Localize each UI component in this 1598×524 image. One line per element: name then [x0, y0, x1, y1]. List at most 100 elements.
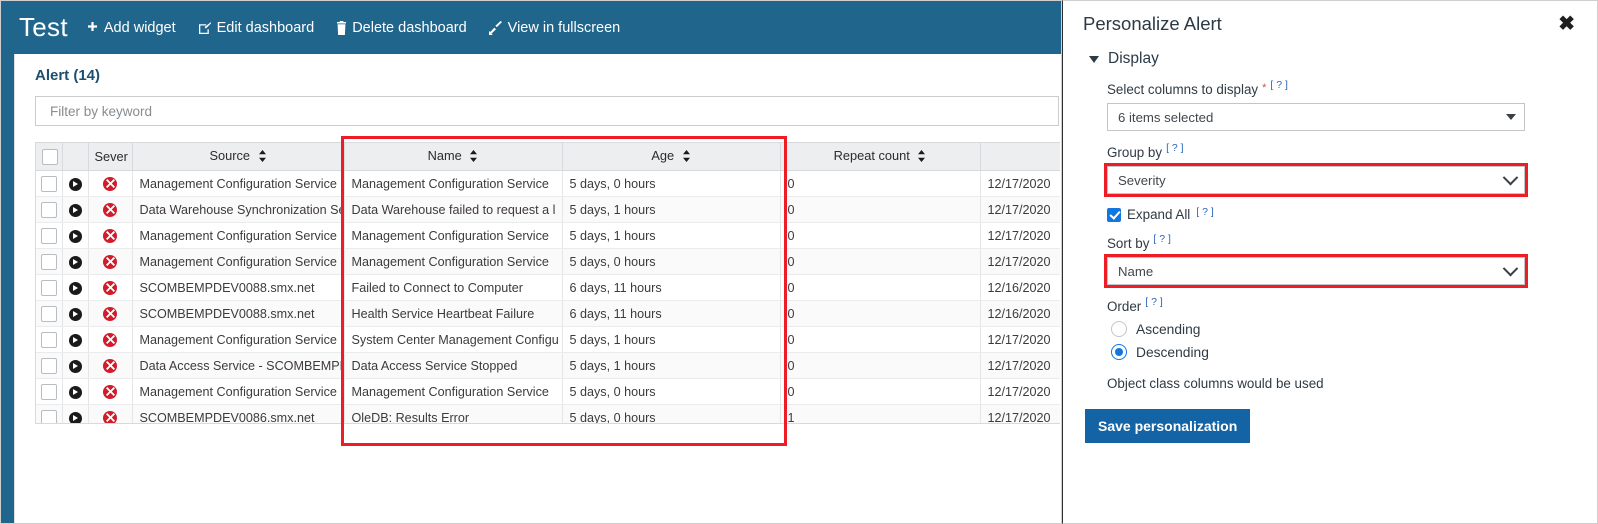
- chevron-down-icon[interactable]: [1502, 260, 1519, 276]
- table-row[interactable]: SCOMBEMPDEV0088.smx.net Failed to Connect…: [36, 274, 1060, 301]
- sort-icon[interactable]: [469, 149, 478, 165]
- expand-row-icon[interactable]: [68, 333, 82, 347]
- row-select-cell[interactable]: [36, 300, 63, 327]
- row-checkbox[interactable]: [40, 409, 57, 423]
- expand-row-icon[interactable]: [68, 177, 82, 191]
- expand-row-icon[interactable]: [68, 359, 82, 373]
- help-icon[interactable]: [ ? ]: [1166, 143, 1184, 154]
- close-icon[interactable]: ✖: [1554, 12, 1579, 36]
- severity-cell: [88, 404, 133, 423]
- severity-cell: [88, 352, 133, 379]
- sort-icon[interactable]: [917, 149, 926, 165]
- select-all-header[interactable]: [36, 143, 63, 171]
- chevron-down-icon[interactable]: [1506, 114, 1516, 120]
- row-select-cell[interactable]: [36, 222, 63, 249]
- expand-row-icon[interactable]: [68, 281, 82, 295]
- row-checkbox[interactable]: [40, 279, 57, 296]
- order-option-ascending[interactable]: Ascending: [1063, 321, 1597, 337]
- column-header-age[interactable]: Age: [562, 143, 781, 171]
- help-icon[interactable]: [ ? ]: [1196, 207, 1214, 218]
- row-checkbox[interactable]: [40, 357, 57, 374]
- panel-header: Personalize Alert ✖: [1063, 1, 1597, 36]
- alert-table-body: Management Configuration Service Manageme…: [36, 170, 1060, 423]
- column-header-repeat-count[interactable]: Repeat count: [780, 143, 981, 171]
- row-expand-cell[interactable]: [62, 300, 89, 327]
- row-select-cell[interactable]: [36, 248, 63, 275]
- row-select-cell[interactable]: [36, 274, 63, 301]
- save-personalization-button[interactable]: Save personalization: [1085, 409, 1251, 443]
- table-row[interactable]: SCOMBEMPDEV0086.smx.net OleDB: Results Er…: [36, 404, 1060, 423]
- row-expand-cell[interactable]: [62, 326, 89, 353]
- source-cell: SCOMBEMPDEV0088.smx.net: [132, 300, 345, 327]
- table-row[interactable]: Data Warehouse Synchronization Se Data Wa…: [36, 196, 1060, 223]
- table-row[interactable]: Management Configuration Service Manageme…: [36, 378, 1060, 405]
- sort-by-dropdown[interactable]: Name: [1104, 254, 1528, 288]
- row-select-cell[interactable]: [36, 404, 63, 423]
- row-expand-cell[interactable]: [62, 196, 89, 223]
- select-columns-dropdown[interactable]: 6 items selected: [1107, 103, 1525, 131]
- age-cell: 5 days, 0 hours: [562, 170, 781, 197]
- column-header-name[interactable]: Name: [344, 143, 563, 171]
- row-select-cell[interactable]: [36, 378, 63, 405]
- row-checkbox[interactable]: [40, 253, 57, 270]
- row-expand-cell[interactable]: [62, 248, 89, 275]
- row-expand-cell[interactable]: [62, 404, 89, 423]
- help-icon[interactable]: [ ? ]: [1153, 234, 1171, 245]
- age-cell: 5 days, 1 hours: [562, 326, 781, 353]
- row-checkbox[interactable]: [40, 227, 57, 244]
- row-expand-cell[interactable]: [62, 274, 89, 301]
- sort-icon[interactable]: [258, 149, 267, 165]
- edit-dashboard-button[interactable]: Edit dashboard: [198, 19, 315, 36]
- expand-row-icon[interactable]: [68, 255, 82, 269]
- display-section-header[interactable]: Display: [1063, 50, 1597, 68]
- table-row[interactable]: Management Configuration Service Manageme…: [36, 222, 1060, 249]
- expand-all-row[interactable]: Expand All [ ? ]: [1063, 207, 1597, 222]
- chevron-down-icon[interactable]: [1502, 169, 1519, 185]
- row-expand-cell[interactable]: [62, 378, 89, 405]
- select-all-checkbox[interactable]: [42, 148, 58, 165]
- row-select-cell[interactable]: [36, 326, 63, 353]
- order-option-descending[interactable]: Descending: [1063, 344, 1597, 360]
- expand-row-icon[interactable]: [68, 229, 82, 243]
- row-checkbox[interactable]: [40, 201, 57, 218]
- radio-descending[interactable]: [1111, 344, 1127, 360]
- row-select-cell[interactable]: [36, 196, 63, 223]
- column-header-last-modified[interactable]: La: [980, 143, 1060, 171]
- table-row[interactable]: SCOMBEMPDEV0088.smx.net Health Service He…: [36, 300, 1060, 327]
- radio-ascending[interactable]: [1111, 321, 1127, 337]
- table-row[interactable]: Data Access Service - SCOMBEMPDE Data Acc…: [36, 352, 1060, 379]
- expand-all-checkbox[interactable]: [1107, 207, 1121, 222]
- row-checkbox[interactable]: [40, 175, 57, 192]
- expand-row-icon[interactable]: [68, 385, 82, 399]
- row-select-cell[interactable]: [36, 352, 63, 379]
- expand-row-icon[interactable]: [68, 307, 82, 321]
- sort-icon[interactable]: [682, 149, 691, 165]
- filter-keyword-box[interactable]: [35, 96, 1059, 126]
- table-row[interactable]: Management Configuration Service Manageme…: [36, 170, 1060, 197]
- panel-title: Personalize Alert: [1083, 13, 1222, 34]
- expand-row-icon[interactable]: [68, 203, 82, 217]
- help-icon[interactable]: [ ? ]: [1270, 80, 1288, 91]
- help-icon[interactable]: [ ? ]: [1145, 297, 1163, 308]
- row-checkbox[interactable]: [40, 331, 57, 348]
- edit-dashboard-label: Edit dashboard: [216, 19, 315, 36]
- row-checkbox[interactable]: [40, 305, 57, 322]
- search-input[interactable]: [48, 102, 1058, 120]
- row-select-cell[interactable]: [36, 170, 63, 197]
- column-header-source[interactable]: Source: [132, 143, 345, 171]
- add-widget-button[interactable]: Add widget: [86, 20, 176, 36]
- delete-dashboard-button[interactable]: Delete dashboard: [336, 20, 467, 36]
- row-expand-cell[interactable]: [62, 222, 89, 249]
- view-fullscreen-button[interactable]: View in fullscreen: [488, 20, 620, 36]
- table-row[interactable]: Management Configuration Service System C…: [36, 326, 1060, 353]
- table-row[interactable]: Management Configuration Service Manageme…: [36, 248, 1060, 275]
- chevron-down-icon[interactable]: [1089, 55, 1099, 63]
- row-expand-cell[interactable]: [62, 352, 89, 379]
- expand-row-icon[interactable]: [68, 411, 82, 423]
- column-header-severity[interactable]: Sever: [88, 143, 133, 171]
- age-cell: 5 days, 0 hours: [562, 378, 781, 405]
- last-modified-cell: 12/17/2020: [980, 248, 1060, 275]
- row-expand-cell[interactable]: [62, 170, 89, 197]
- row-checkbox[interactable]: [40, 383, 57, 400]
- group-by-dropdown[interactable]: Severity: [1104, 163, 1528, 197]
